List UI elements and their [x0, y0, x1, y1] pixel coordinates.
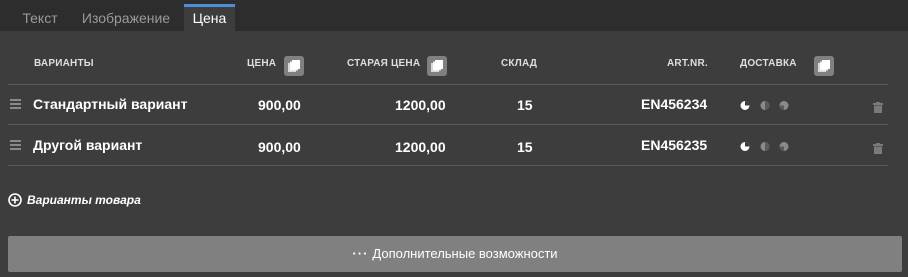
variant-price[interactable]: 900,00 [258, 97, 301, 113]
header-variants: ВАРИАНТЫ [34, 58, 94, 69]
variant-art-nr[interactable]: EN456235 [641, 137, 707, 153]
copy-old-price-button[interactable] [427, 56, 447, 76]
variant-old-price[interactable]: 1200,00 [395, 139, 446, 155]
copy-price-button[interactable] [284, 56, 304, 76]
copy-icon [288, 60, 300, 72]
header-price: ЦЕНА [247, 58, 277, 69]
header-old-price: СТАРАЯ ЦЕНА [347, 58, 421, 69]
copy-icon [431, 60, 443, 72]
row-divider [8, 124, 888, 125]
tab-text[interactable]: Текст [10, 5, 70, 31]
variant-art-nr[interactable]: EN456234 [641, 96, 707, 112]
variant-name[interactable]: Другой вариант [33, 137, 142, 153]
add-variants-label: Варианты товара [27, 193, 141, 207]
delivery-status-icons [740, 142, 789, 151]
add-variants-button[interactable]: Варианты товара [8, 192, 141, 208]
trash-icon [873, 102, 883, 113]
variant-stock[interactable]: 15 [517, 139, 533, 155]
delete-variant-button[interactable] [873, 100, 883, 113]
tab-price[interactable]: Цена [184, 4, 235, 31]
delivery-options[interactable] [740, 140, 800, 152]
variant-old-price[interactable]: 1200,00 [395, 97, 446, 113]
more-options-label: Дополнительные возможности [372, 246, 558, 261]
trash-icon [873, 143, 883, 154]
variant-price[interactable]: 900,00 [258, 139, 301, 155]
header-art-nr: ART.NR. [667, 58, 708, 69]
tab-image[interactable]: Изображение [74, 5, 178, 31]
header-delivery: ДОСТАВКА [740, 58, 797, 69]
header-stock: СКЛАД [501, 58, 538, 69]
drag-handle-icon[interactable] [10, 99, 21, 111]
header-divider [8, 84, 888, 85]
delivery-status-icons [740, 101, 789, 110]
variant-stock[interactable]: 15 [517, 97, 533, 113]
variant-name[interactable]: Стандартный вариант [33, 96, 187, 112]
copy-icon [818, 60, 830, 72]
delivery-options[interactable] [740, 99, 800, 111]
drag-handle-icon[interactable] [10, 140, 21, 152]
plus-circle-icon [8, 193, 22, 207]
delete-variant-button[interactable] [873, 141, 883, 154]
copy-delivery-button[interactable] [814, 56, 834, 76]
tab-bar: Текст Изображение Цена [0, 0, 908, 31]
more-options-button[interactable]: ··· Дополнительные возможности [8, 236, 902, 272]
row-divider [8, 165, 888, 166]
ellipsis-icon: ··· [352, 246, 369, 261]
